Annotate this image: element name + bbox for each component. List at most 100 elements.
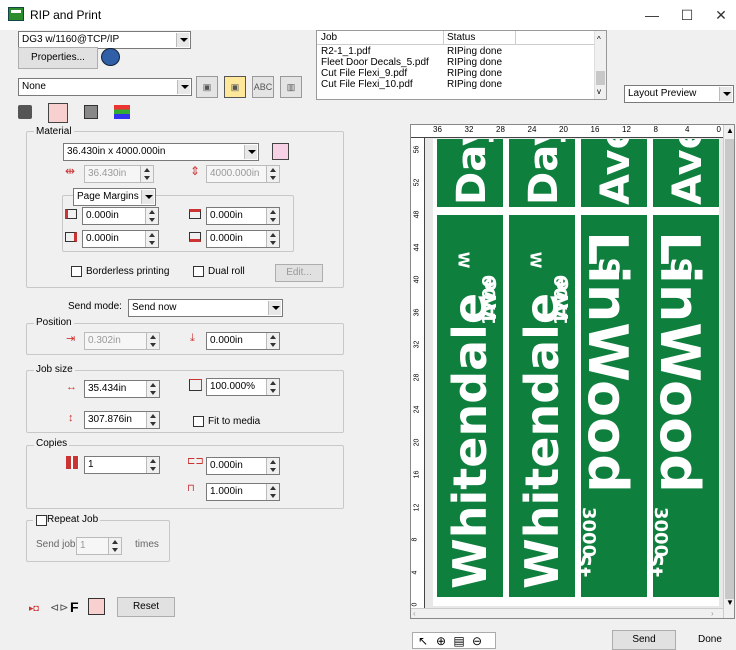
repeat-times-field[interactable]: 1 [76,537,122,555]
position-y-icon: ⤓ [190,332,195,344]
margin-right-field[interactable]: 0.000in [82,230,159,248]
fit-to-media-checkbox[interactable] [193,416,204,427]
fit-page-icon[interactable]: ▤ [451,633,467,649]
send-button[interactable]: Send [612,630,676,650]
table-row[interactable]: R2-1_1.pdf [321,46,370,57]
ruler-tick-label: 0 [716,125,721,134]
scroll-thumb[interactable] [596,71,605,85]
chevron-down-icon [176,33,189,47]
zoom-in-icon[interactable]: ⊕ [433,633,449,649]
material-size-select[interactable]: 36.430in x 4000.000in [63,143,259,161]
sign-number: 3000 [581,507,599,558]
material-length-field[interactable]: 4000.000in [206,165,280,183]
job-list[interactable]: Job Status R2-1_1.pdf RIPing done Fleet … [316,30,607,100]
ruler-tick-label: 0 [411,602,419,607]
job-list-scrollbar[interactable]: ^ v [594,31,606,99]
table-row[interactable]: Cut File Flexi_10.pdf [321,79,413,90]
job-height-field[interactable]: 307.876in [84,411,160,429]
tab-layout-icon[interactable] [48,103,68,123]
delete-icon[interactable]: ▥ [280,76,302,98]
margin-bottom-field[interactable]: 0.000in [206,230,280,248]
scroll-up-icon[interactable]: ▲ [726,126,734,135]
scroll-down-icon[interactable]: ▼ [726,598,734,607]
borderless-checkbox[interactable] [71,266,82,277]
scroll-down-icon[interactable]: v [597,87,601,96]
pointer-icon[interactable]: ↖ [415,633,431,649]
save-as-icon[interactable]: ▣ [224,76,246,98]
scroll-right-icon[interactable]: › [711,609,714,618]
chevron-down-icon [244,145,257,159]
position-x-field[interactable]: 0.302in [84,332,160,350]
ruler-tick-label: 16 [413,470,421,479]
sign-number: 3000 [653,507,671,558]
zoom-out-icon[interactable]: ⊖ [469,633,485,649]
job-scale-field[interactable]: 100.000% [206,378,280,396]
ruler-tick-label: 36 [413,308,421,316]
horizontal-gap-icon: ⊏⊐ [187,456,204,467]
preset-select[interactable]: None [18,78,192,96]
margin-bottom-icon [189,232,201,242]
copies-count-field[interactable]: 1 [84,456,160,474]
margins-mode-select[interactable]: Page Margins [73,188,156,206]
minimize-icon[interactable]: — [637,4,667,26]
tab-options-icon[interactable] [114,105,130,119]
tab-printer-icon[interactable] [18,105,32,119]
reset-button[interactable]: Reset [117,597,175,617]
ruler-tick-label: 32 [413,340,421,349]
properties-button[interactable]: Properties... [18,47,98,69]
ruler-top: 36 32 28 24 20 16 12 8 4 0 [411,125,723,138]
ruler-tick-label: 12 [622,125,631,134]
position-y-field[interactable]: 0.000in [206,332,280,350]
chevron-down-icon [268,301,281,315]
copies-h-gap-field[interactable]: 0.000in [206,457,280,475]
job-width-field[interactable]: 35.434in [84,380,160,398]
maximize-icon[interactable]: ☐ [672,4,702,26]
table-row[interactable]: Fleet Door Decals_5.pdf [321,57,429,68]
repeat-checkbox[interactable] [36,515,47,526]
sign-direction: W [526,251,545,269]
align-icon[interactable]: ▸◘ [29,601,45,615]
close-icon[interactable]: ✕ [706,4,736,26]
scroll-left-icon[interactable]: ‹ [413,609,416,618]
ruler-tick-label: 28 [496,125,505,134]
material-settings-icon[interactable] [272,143,289,160]
margin-left-field[interactable]: 0.000in [82,207,159,225]
f-button[interactable]: F [70,599,79,615]
dual-roll-label: Dual roll [208,266,245,277]
job-column-header[interactable]: Job [321,32,337,43]
sign-strip: S LinWood St 3000 [581,215,647,597]
job-width-icon: ↔ [66,381,77,393]
chevron-down-icon [719,87,732,101]
spellcheck-icon[interactable]: ABC [252,76,274,98]
margin-top-icon [189,209,201,219]
material-width-field[interactable]: 36.430in [84,165,154,183]
ruler-tick-label: 8 [653,125,658,134]
preview-hscroll[interactable]: ‹ › [411,608,723,618]
send-mode-value: Send now [132,302,177,313]
send-mode-select[interactable]: Send now [128,299,283,317]
status-column-header[interactable]: Status [447,32,475,43]
sign-top-fragment: Ave 00 W [581,139,647,207]
done-button[interactable]: Done [698,634,722,645]
table-row[interactable]: Cut File Flexi_9.pdf [321,68,407,79]
scroll-up-icon[interactable]: ^ [597,35,601,44]
row-status: RIPing done [447,68,503,79]
save-icon[interactable]: ▣ [196,76,218,98]
cut-icon[interactable]: ⊲⊳ [50,601,68,615]
copies-v-gap-field[interactable]: 1.000in [206,483,280,501]
copies-group [26,445,344,509]
scroll-thumb[interactable] [725,139,734,599]
margin-top-field[interactable]: 0.000in [206,207,280,225]
tile-icon[interactable] [88,598,105,615]
tab-color-icon[interactable] [84,105,98,119]
layout-preview[interactable]: 36 32 28 24 20 16 12 8 4 0 56 52 48 44 40 36 32 28 24 20 16… [410,124,735,619]
printer-status-icon[interactable] [101,48,120,66]
preview-vscroll[interactable]: ▲ ▼ [723,125,734,618]
ruler-tick-label: 44 [413,243,421,251]
view-mode-value: Layout Preview [628,88,697,99]
view-mode-select[interactable]: Layout Preview [624,85,734,103]
edit-button[interactable]: Edit... [275,264,323,282]
dual-roll-checkbox[interactable] [193,266,204,277]
sign-top-text: Ave 00 W [665,139,711,205]
borderless-label: Borderless printing [86,266,170,277]
